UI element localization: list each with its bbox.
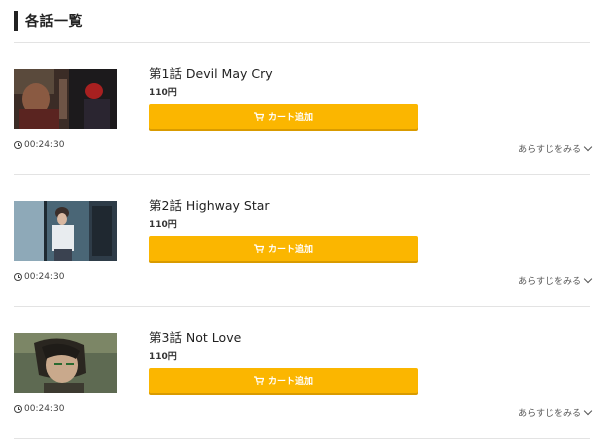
episode-price: 110円 — [149, 220, 177, 230]
cart-icon — [253, 244, 264, 253]
clock-icon — [14, 405, 22, 413]
section-title: 各話一覧 — [25, 14, 83, 30]
episode-price: 110円 — [149, 352, 177, 362]
duration-text: 00:24:30 — [24, 140, 65, 150]
divider — [14, 438, 590, 439]
episode-item-1: 00:24:30 第1話 Devil May Cry 110円 カート追加 あら… — [0, 42, 600, 174]
chevron-down-icon — [583, 406, 593, 416]
episode-duration: 00:24:30 — [14, 404, 64, 414]
add-to-cart-button[interactable]: カート追加 — [149, 368, 418, 393]
clock-icon — [14, 273, 22, 281]
synopsis-label: あらすじをみる — [518, 409, 581, 419]
add-to-cart-button[interactable]: カート追加 — [149, 104, 418, 129]
cart-button-label: カート追加 — [267, 113, 313, 123]
episode-title: 第2話 Highway Star — [149, 198, 270, 213]
episode-thumbnail[interactable] — [14, 333, 117, 393]
cart-icon — [253, 112, 264, 121]
episode-item-3: 00:24:30 第3話 Not Love 110円 カート追加 あらすじをみる — [0, 306, 600, 438]
synopsis-toggle[interactable]: あらすじをみる — [518, 274, 593, 287]
episode-thumbnail[interactable] — [14, 201, 117, 261]
section-header: 各話一覧 — [14, 10, 83, 32]
synopsis-label: あらすじをみる — [518, 145, 581, 155]
episode-thumbnail[interactable] — [14, 69, 117, 129]
synopsis-toggle[interactable]: あらすじをみる — [518, 142, 593, 155]
episode-duration: 00:24:30 — [14, 272, 64, 282]
episode-duration: 00:24:30 — [14, 140, 64, 150]
synopsis-label: あらすじをみる — [518, 277, 581, 287]
cart-icon — [253, 376, 264, 385]
cart-button-label: カート追加 — [267, 245, 313, 255]
episode-item-2: 00:24:30 第2話 Highway Star 110円 カート追加 あらす… — [0, 174, 600, 306]
chevron-down-icon — [583, 142, 593, 152]
cart-button-label: カート追加 — [267, 377, 313, 387]
section-accent-bar — [14, 11, 18, 31]
add-to-cart-button[interactable]: カート追加 — [149, 236, 418, 261]
chevron-down-icon — [583, 274, 593, 284]
duration-text: 00:24:30 — [24, 272, 65, 282]
duration-text: 00:24:30 — [24, 404, 65, 414]
episode-title: 第3話 Not Love — [149, 330, 242, 345]
synopsis-toggle[interactable]: あらすじをみる — [518, 406, 593, 419]
episode-price: 110円 — [149, 88, 177, 98]
episode-title: 第1話 Devil May Cry — [149, 66, 273, 81]
clock-icon — [14, 141, 22, 149]
